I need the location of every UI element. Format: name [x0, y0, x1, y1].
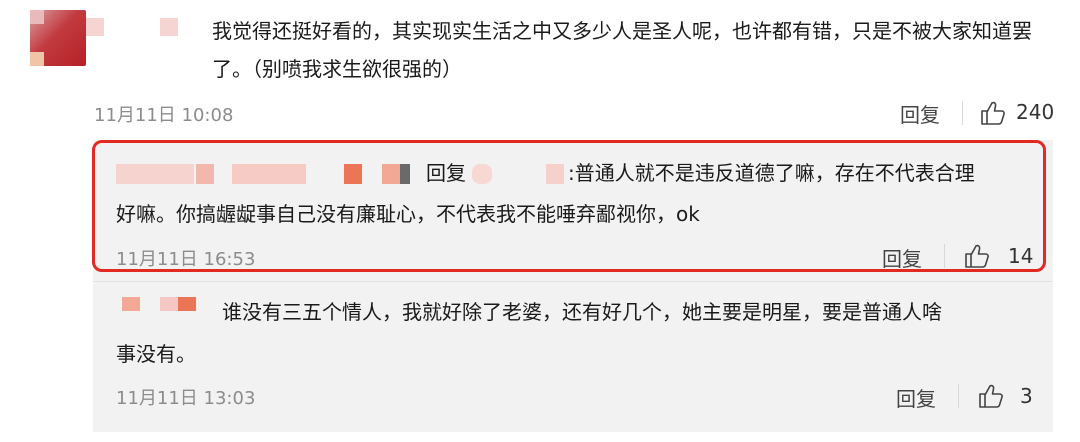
reply-timestamp: 11月11日 13:03: [116, 388, 256, 409]
reply-divider: [93, 281, 1053, 282]
reply-button[interactable]: 回复: [900, 99, 940, 128]
comment-text: 我觉得还挺好看的，其实现实生活之中又多少人是圣人呢，也许都有错，只是不被大家知道…: [212, 19, 1032, 81]
like-count: 3: [1020, 384, 1033, 408]
highlight-box: [92, 140, 1046, 272]
reply-text-line-1: 谁没有三五个情人，我就好除了老婆，还有好几个，她主要是明星，要是普通人啥: [222, 300, 942, 324]
thumbs-up-icon[interactable]: [978, 383, 1004, 409]
reply-text-line-2: 事没有。: [116, 342, 196, 366]
like-count: 240: [1016, 100, 1055, 124]
reply-button[interactable]: 回复: [896, 383, 936, 412]
thumbs-up-icon[interactable]: [980, 100, 1006, 126]
comment-timestamp: 11月11日 10:08: [94, 105, 234, 126]
action-separator: [958, 384, 959, 408]
action-separator: [962, 101, 963, 125]
avatar[interactable]: [30, 10, 86, 66]
